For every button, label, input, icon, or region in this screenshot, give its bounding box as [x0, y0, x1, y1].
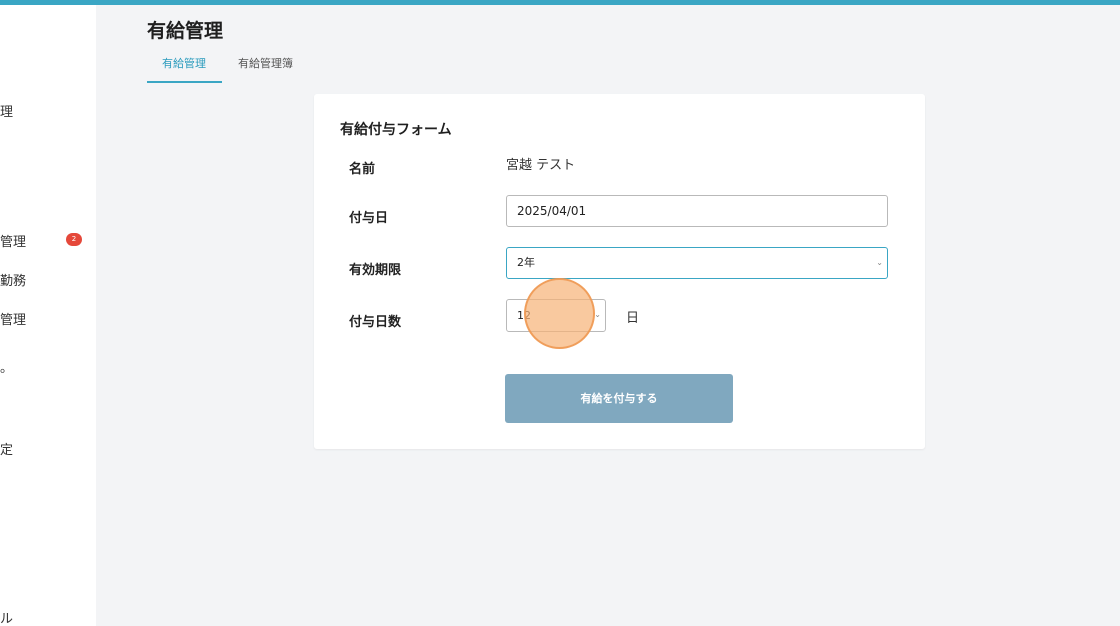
grant-paid-leave-button[interactable]: 有給を付与する: [505, 374, 733, 423]
name-value: 宮越 テスト: [506, 158, 576, 173]
active-tab-indicator: [147, 81, 222, 83]
grant-days-select[interactable]: 12 ⌄: [506, 299, 606, 332]
grant-days-value: 12: [517, 309, 531, 322]
chevron-down-icon: ⌄: [594, 310, 601, 319]
name-label: 名前: [349, 162, 376, 177]
grant-date-label: 付与日: [349, 211, 389, 226]
sidebar: 理 管理 2 勤務 管理 。 定 ル: [0, 5, 96, 626]
grant-days-label: 付与日数: [349, 315, 402, 330]
sidebar-item-7[interactable]: ル: [0, 608, 13, 626]
notification-badge: 2: [66, 233, 82, 246]
validity-select[interactable]: 2年 ⌄: [506, 247, 888, 279]
page-title: 有給管理: [147, 20, 224, 42]
grant-form-card: 有給付与フォーム 名前 宮越 テスト 付与日 2025/04/01 有効期限 2…: [314, 94, 925, 449]
sidebar-item-4[interactable]: 管理: [0, 309, 26, 328]
sidebar-item-6[interactable]: 定: [0, 439, 13, 458]
validity-select-value: 2年: [517, 256, 535, 269]
grant-date-field[interactable]: 2025/04/01: [506, 195, 888, 227]
tab-paid-leave-ledger[interactable]: 有給管理簿: [238, 55, 293, 71]
top-accent-bar: [0, 0, 1120, 5]
sidebar-item-3[interactable]: 勤務: [0, 270, 26, 289]
sidebar-item-5[interactable]: 。: [0, 357, 13, 376]
days-unit-label: 日: [626, 311, 640, 326]
tab-paid-leave[interactable]: 有給管理: [162, 55, 206, 71]
validity-label: 有効期限: [349, 263, 402, 278]
form-title: 有給付与フォーム: [340, 122, 452, 138]
chevron-down-icon: ⌄: [876, 258, 883, 267]
sidebar-item-1[interactable]: 理: [0, 101, 13, 120]
sidebar-item-2[interactable]: 管理: [0, 231, 26, 250]
